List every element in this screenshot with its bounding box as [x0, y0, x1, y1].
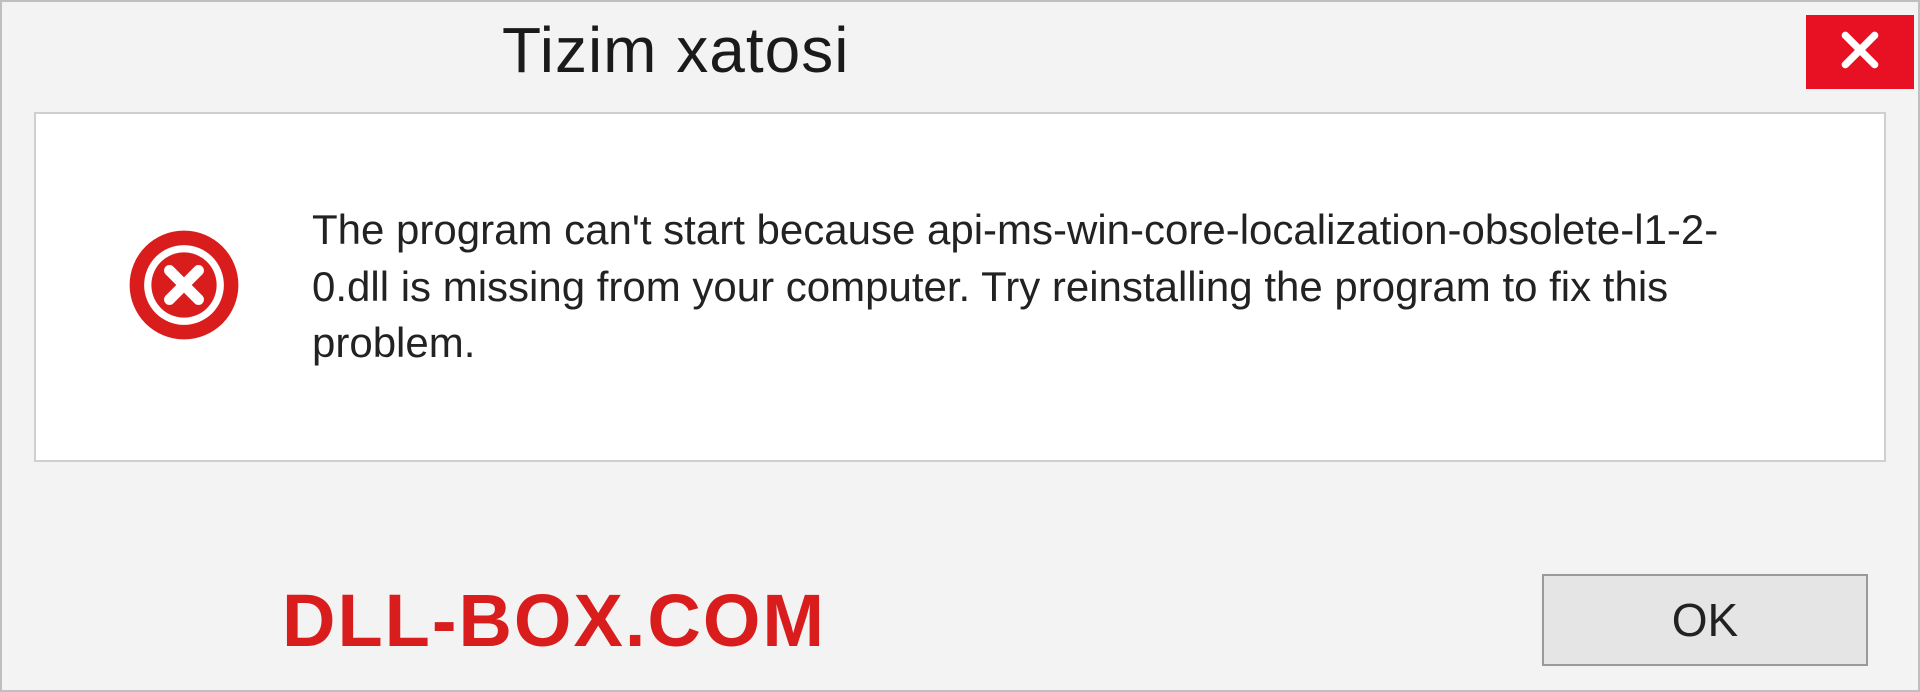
error-icon — [126, 227, 242, 348]
watermark-text: DLL-BOX.COM — [282, 578, 826, 663]
titlebar: Tizim xatosi — [2, 2, 1918, 98]
dialog-title: Tizim xatosi — [502, 13, 849, 87]
error-dialog: Tizim xatosi The program can't start bec… — [0, 0, 1920, 692]
error-message: The program can't start because api-ms-w… — [312, 202, 1782, 372]
close-icon — [1838, 28, 1882, 77]
content-panel: The program can't start because api-ms-w… — [34, 112, 1886, 462]
ok-button[interactable]: OK — [1542, 574, 1868, 666]
close-button[interactable] — [1806, 15, 1914, 89]
dialog-footer: DLL-BOX.COM OK — [2, 574, 1918, 666]
